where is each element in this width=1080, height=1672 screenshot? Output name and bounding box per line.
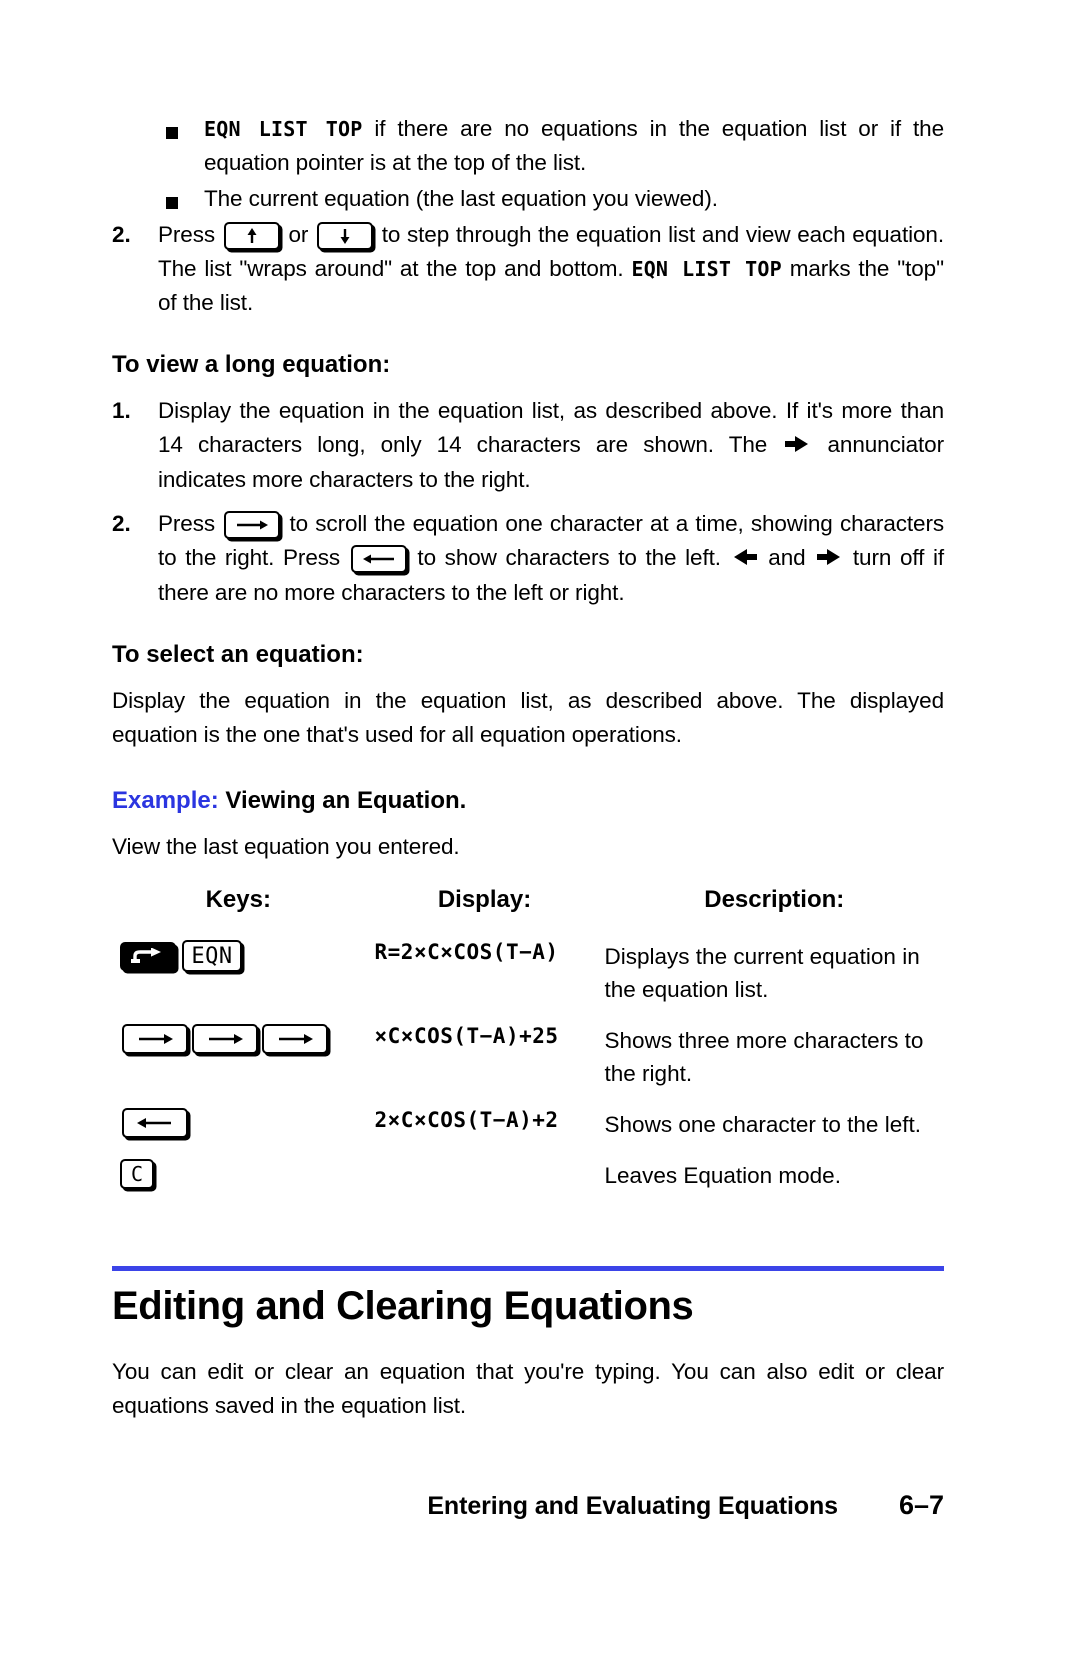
description-text: Shows three more characters to the right… bbox=[604, 1028, 924, 1086]
bullet-square-icon bbox=[112, 112, 204, 139]
shift-key[interactable] bbox=[120, 941, 176, 971]
up-arrow-key[interactable] bbox=[223, 222, 280, 251]
footer-chapter-title: Entering and Evaluating Equations bbox=[427, 1492, 838, 1520]
step-part-1: Press bbox=[158, 511, 223, 536]
select-equation-body: Display the equation in the equation lis… bbox=[112, 688, 944, 747]
lcd-display-text: ×C×COS(T−A)+25 bbox=[374, 1024, 559, 1048]
right-arrow-key[interactable] bbox=[192, 1024, 258, 1054]
step-text: Press or to step through the equation li… bbox=[158, 218, 944, 320]
bullet-text: The current equation (the last equation … bbox=[204, 186, 718, 211]
cell-description: Displays the current equation in the equ… bbox=[605, 940, 944, 1024]
cell-keys: C bbox=[112, 1159, 365, 1210]
editing-section-body: You can edit or clear an equation that y… bbox=[112, 1359, 944, 1418]
table-header-row: Keys: Display: Description: bbox=[112, 886, 944, 940]
list-item: The current equation (the last equation … bbox=[112, 182, 944, 216]
cell-keys bbox=[112, 1024, 365, 1108]
eqn-key[interactable]: EQN bbox=[182, 940, 242, 972]
cell-description: Shows one character to the left. bbox=[605, 1108, 944, 1159]
example-label: Example: bbox=[112, 787, 219, 814]
right-arrow-key[interactable] bbox=[122, 1024, 188, 1054]
column-header-description: Description: bbox=[704, 886, 845, 913]
left-annunciator-icon bbox=[733, 542, 757, 576]
numbered-step: 2. Press to scroll the equation one char… bbox=[112, 507, 944, 610]
lcd-display-text: 2×C×COS(T−A)+2 bbox=[374, 1108, 559, 1132]
example-heading: Example: Viewing an Equation. bbox=[112, 786, 944, 816]
cell-display: R=2×C×COS(T−A) bbox=[365, 940, 605, 1024]
numbered-step: 1. Display the equation in the equation … bbox=[112, 394, 944, 497]
column-header-display: Display: bbox=[437, 886, 532, 913]
table-row: EQN R=2×C×COS(T−A) Displays the current … bbox=[112, 940, 944, 1024]
table-row: C Leaves Equation mode. bbox=[112, 1159, 944, 1210]
table-row: ×C×COS(T−A)+25 Shows three more characte… bbox=[112, 1024, 944, 1108]
cell-display: ×C×COS(T−A)+25 bbox=[365, 1024, 605, 1108]
left-arrow-key[interactable] bbox=[122, 1108, 188, 1138]
description-text: Leaves Equation mode. bbox=[604, 1163, 841, 1188]
document-page: EQN LIST TOP if there are no equations i… bbox=[0, 0, 1080, 1672]
bullet-text: EQN LIST TOP if there are no equations i… bbox=[204, 112, 944, 180]
example-title: Viewing an Equation. bbox=[218, 787, 467, 814]
cell-keys bbox=[112, 1108, 365, 1159]
example-intro: View the last equation you entered. bbox=[112, 834, 460, 859]
right-arrow-key[interactable] bbox=[262, 1024, 328, 1054]
right-annunciator-icon bbox=[785, 429, 809, 463]
c-key[interactable]: C bbox=[120, 1159, 154, 1189]
list-item: EQN LIST TOP if there are no equations i… bbox=[112, 112, 944, 180]
right-annunciator-icon bbox=[817, 542, 841, 576]
heading-view-long-equation: To view a long equation: bbox=[112, 351, 391, 378]
page-content: EQN LIST TOP if there are no equations i… bbox=[112, 112, 944, 1423]
step-part-2: or bbox=[281, 222, 315, 247]
numbered-step: 2. Press or to step through the equation… bbox=[112, 218, 944, 320]
step-part-4: and bbox=[759, 545, 815, 570]
down-arrow-key[interactable] bbox=[316, 222, 373, 251]
column-header-keys: Keys: bbox=[205, 886, 271, 913]
right-arrow-key[interactable] bbox=[224, 511, 281, 540]
step-number: 2. bbox=[112, 222, 131, 247]
section-divider-rule bbox=[112, 1266, 944, 1271]
description-text: Shows one character to the left. bbox=[604, 1112, 921, 1137]
bullet-list: EQN LIST TOP if there are no equations i… bbox=[112, 112, 944, 216]
step-part-3: to show characters to the left. bbox=[408, 545, 730, 570]
cell-description: Shows three more characters to the right… bbox=[605, 1024, 944, 1108]
cell-keys: EQN bbox=[112, 940, 365, 1024]
footer-page-number: 6–7 bbox=[898, 1490, 944, 1520]
bullet-square-icon bbox=[112, 182, 204, 209]
section-heading-editing-clearing: Editing and Clearing Equations bbox=[112, 1284, 694, 1328]
step-text: Display the equation in the equation lis… bbox=[158, 394, 944, 497]
example-table: Keys: Display: Description: EQN R=2×C×CO… bbox=[112, 886, 944, 1210]
cell-description: Leaves Equation mode. bbox=[605, 1159, 944, 1210]
lcd-text: EQN LIST TOP bbox=[631, 257, 782, 281]
step-text: Press to scroll the equation one charact… bbox=[158, 507, 944, 610]
heading-select-equation: To select an equation: bbox=[112, 641, 364, 668]
cell-display: 2×C×COS(T−A)+2 bbox=[365, 1108, 605, 1159]
table-row: 2×C×COS(T−A)+2 Shows one character to th… bbox=[112, 1108, 944, 1159]
step-number: 1. bbox=[112, 398, 131, 423]
description-text: Displays the current equation in the equ… bbox=[604, 944, 920, 1002]
cell-display bbox=[365, 1159, 605, 1210]
step-part-1: Press bbox=[158, 222, 222, 247]
lcd-text: EQN LIST TOP bbox=[204, 117, 363, 141]
lcd-display-text: R=2×C×COS(T−A) bbox=[374, 940, 559, 964]
page-footer: Entering and Evaluating Equations 6–7 bbox=[112, 1490, 944, 1521]
left-arrow-key[interactable] bbox=[350, 545, 407, 574]
step-number: 2. bbox=[112, 511, 131, 536]
